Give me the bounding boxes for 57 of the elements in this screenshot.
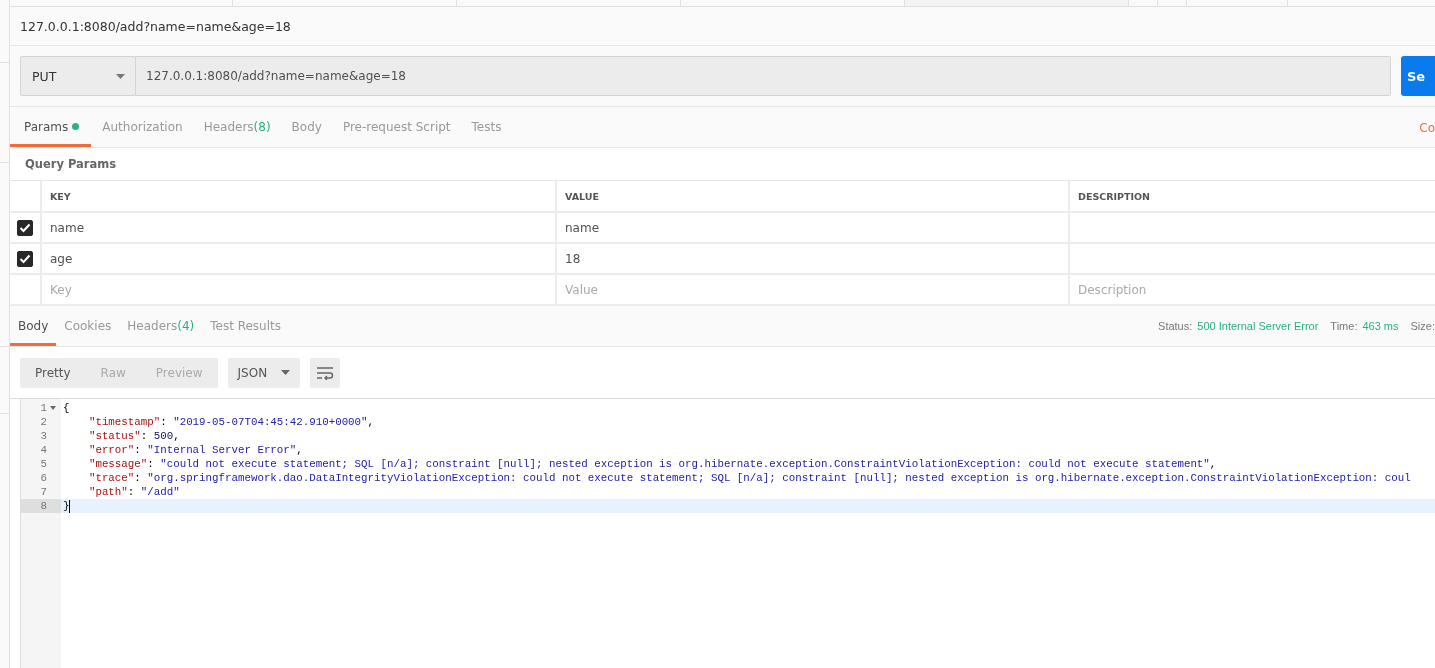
table-cell[interactable]: age [50,251,73,266]
column-header: KEY [50,190,71,202]
code-line: "path": "/add" [87,486,180,498]
response-tab[interactable]: Body [10,306,57,346]
value-field[interactable]: Value [565,282,1043,297]
meta-value: 500 Internal Server Error [1197,320,1319,332]
line-number: 5 [40,458,47,470]
line-number: 2 [40,416,47,428]
line-number: 3 [40,430,47,442]
request-tab[interactable]: Params [10,107,92,147]
view-mode-tab[interactable]: Pretty [20,357,86,388]
cookies-link[interactable]: Co [1419,119,1435,135]
key-field[interactable]: Key [50,282,530,297]
response-tab[interactable]: Cookies [56,306,120,346]
caret-icon [281,370,291,375]
text-cursor [69,499,71,513]
response-tab[interactable]: Headers(4) [119,306,203,346]
line-number: 1 [40,402,47,414]
table-cell[interactable]: name [565,220,600,235]
code-line: { [63,402,70,414]
wrap-lines-button[interactable] [310,357,341,388]
description-field[interactable]: Description [1078,282,1418,297]
request-tab[interactable]: Authorization [92,107,193,147]
code-line: "error": "Internal Server Error", [87,444,303,456]
code-line: "timestamp": "2019-05-07T04:45:42.910+0000", [87,416,375,428]
column-header: DESCRIPTION [1078,190,1151,202]
section-title: Query Params [25,157,117,171]
checkbox[interactable] [17,219,33,236]
meta-label: Status: [1158,320,1193,332]
code-line: "status": 500, [87,430,180,442]
column-header: VALUE [565,190,599,202]
request-tab[interactable]: Headers(8) [193,107,281,147]
caret-icon [116,73,125,79]
meta-label: Size: [1410,320,1435,332]
line-number: 6 [40,472,47,484]
meta-value: 463 ms [1362,320,1399,332]
request-tab[interactable]: Body [281,107,332,147]
method-dropdown[interactable]: PUT [20,56,136,96]
request-title: 127.0.0.1:8080/add?name=name&age=18 [20,18,291,34]
send-button[interactable]: Se [1401,56,1435,96]
response-tab[interactable]: Test Results [202,306,289,346]
line-number: 8 [40,500,47,512]
request-tab[interactable]: Tests [461,107,512,147]
url-field[interactable]: 127.0.0.1:8080/add?name=name&age=18 [136,56,1391,96]
request-tab[interactable]: Pre-request Script [332,107,461,147]
meta-label: Time: [1330,320,1358,332]
code-line: "message": "could not execute statement; SQL [n/a]; constraint [null]; nested exception is org.hibernate.exception.ConstraintViolationException: could not execute statement", [87,458,1217,470]
wrap-lines-icon [316,365,335,380]
line-number: 7 [40,486,47,498]
fold-caret-icon[interactable] [50,406,56,410]
checkbox[interactable] [17,250,33,267]
code-line: "trace": "org.springframework.dao.DataIntegrityViolationException: could not execute statement; SQL [n/a]; constraint [null]; nested exception is org.hibernate.exception.ConstraintViolationException: coul [87,472,1411,484]
table-cell[interactable]: name [50,220,85,235]
line-number: 4 [40,444,47,456]
table-cell[interactable]: 18 [565,251,581,266]
code-line: } [63,500,70,512]
format-dropdown[interactable]: JSON [227,357,301,388]
